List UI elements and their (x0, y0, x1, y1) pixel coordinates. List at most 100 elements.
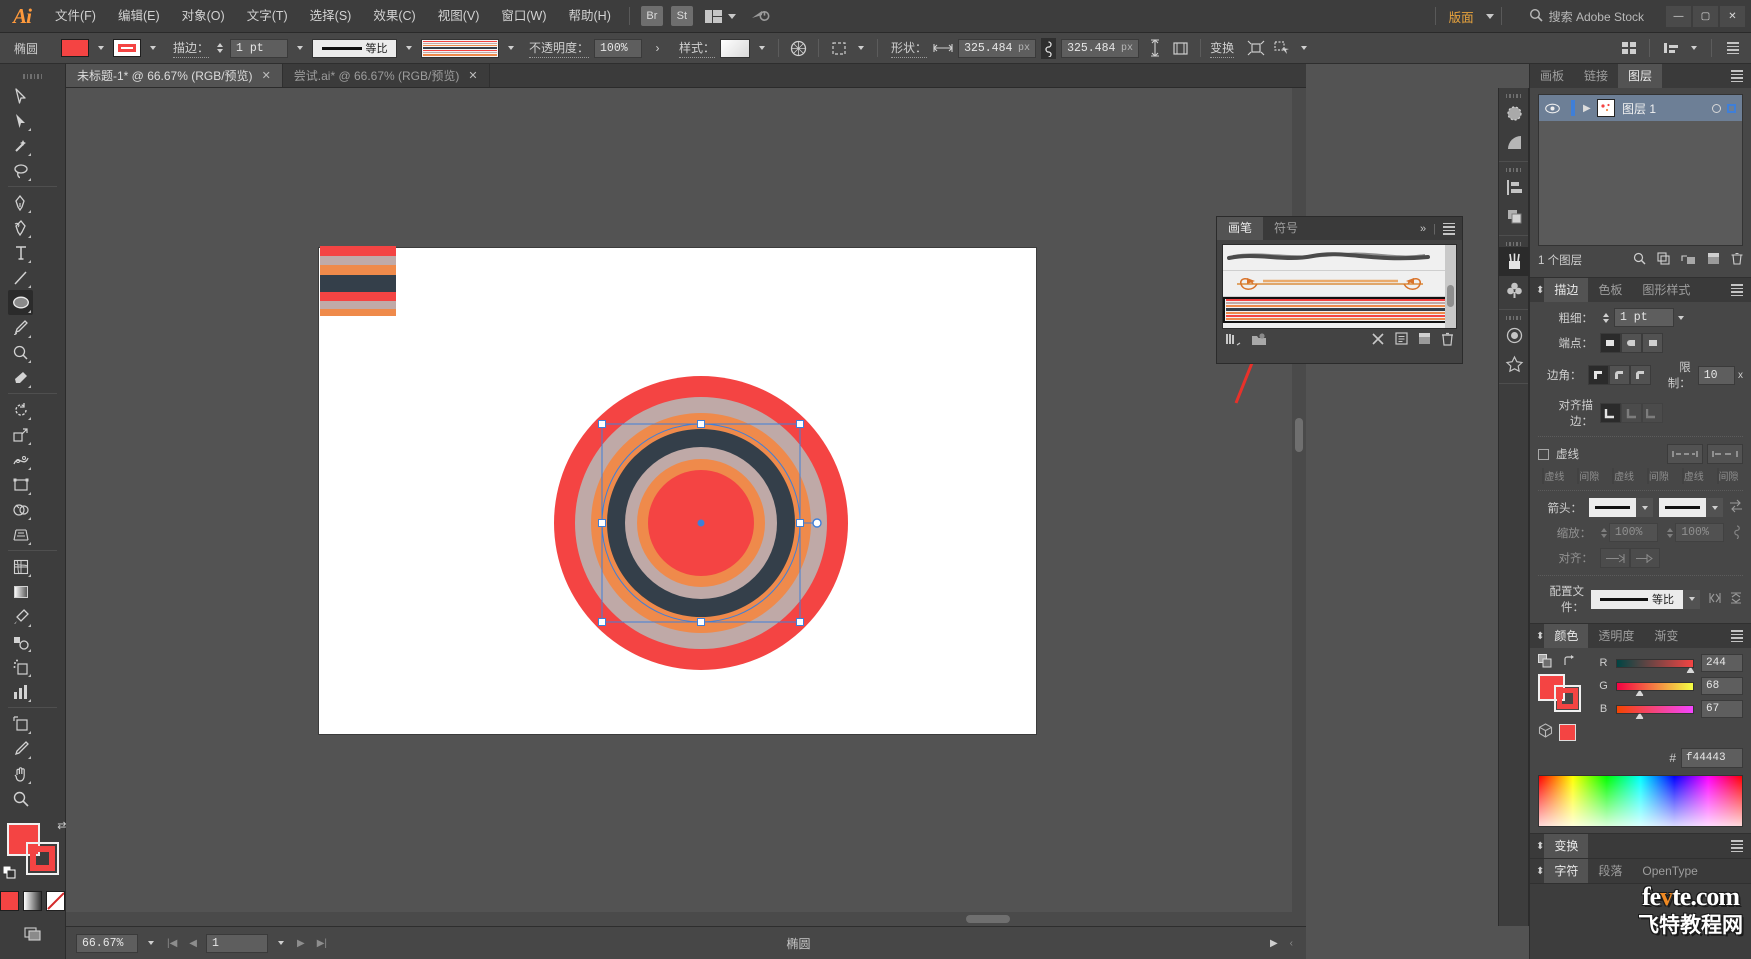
new-layer-icon[interactable] (1707, 252, 1720, 268)
stroke-panel-menu-icon[interactable] (1731, 284, 1751, 296)
cloud-sync-icon[interactable] (750, 6, 770, 27)
workspace-switcher[interactable]: 版面 (1443, 7, 1480, 26)
brushes-active-icon[interactable] (1499, 247, 1530, 276)
pen-tool[interactable] (8, 190, 33, 215)
select-similar-chevron-icon[interactable] (858, 46, 865, 50)
zoom-level-field[interactable]: 66.67% (76, 933, 138, 953)
selection-tool[interactable] (8, 83, 33, 108)
next-artboard-button[interactable]: ▶ (294, 938, 308, 949)
align-icon[interactable] (1245, 38, 1266, 58)
arrowhead-start-chevron-icon[interactable] (1636, 498, 1653, 517)
round-cap-button[interactable] (1621, 333, 1642, 353)
symbols-panel-icon[interactable] (1499, 128, 1530, 157)
tab-artboards[interactable]: 画板 (1530, 64, 1574, 88)
vertical-scroll-thumb[interactable] (1295, 418, 1303, 452)
arrow-extend-beyond-button[interactable] (1600, 548, 1630, 568)
arrowhead-end-chevron-icon[interactable] (1706, 498, 1723, 517)
workspace-chevron-icon[interactable] (1485, 13, 1494, 19)
fill-stroke-mode-icon[interactable] (1538, 654, 1553, 671)
menu-item-edit[interactable]: 编辑(E) (107, 0, 171, 33)
stroke-swatch[interactable] (25, 842, 59, 875)
bevel-join-button[interactable] (1630, 365, 1652, 385)
channel-slider-r[interactable] (1616, 658, 1695, 674)
color-panel-menu-icon[interactable] (1731, 630, 1751, 642)
zoom-tool[interactable] (8, 786, 33, 811)
document-tab-untitled[interactable]: 未标题-1* @ 66.67% (RGB/预览) ✕ (66, 64, 283, 87)
stroke-weight-chevron-icon[interactable] (297, 46, 304, 50)
flip-along-icon[interactable] (1708, 591, 1722, 608)
target-indicator-icon[interactable] (1712, 103, 1721, 113)
arrow-place-at-end-button[interactable] (1630, 548, 1660, 568)
dock-grip[interactable] (1499, 314, 1528, 321)
opacity-field[interactable]: 100% (594, 38, 643, 58)
symbol-sprayer-tool[interactable] (8, 654, 33, 679)
profile-chevron-icon[interactable] (406, 46, 413, 50)
locate-object-icon[interactable] (1633, 252, 1646, 268)
shaper-tool[interactable] (8, 340, 33, 365)
align-panel-icon[interactable] (1660, 38, 1681, 58)
tab-graphic-styles[interactable]: 图形样式 (1632, 278, 1700, 302)
delete-brush-icon[interactable] (1441, 332, 1454, 349)
ellipse-tool[interactable] (8, 290, 33, 315)
graphic-styles-panel-icon[interactable] (1499, 350, 1530, 379)
scale-stepper-1[interactable] (1598, 527, 1609, 538)
stroke-weight-chevron-icon[interactable] (1678, 315, 1684, 320)
collapse-panel-icon[interactable]: » (1420, 223, 1426, 235)
menu-item-window[interactable]: 窗口(W) (490, 0, 557, 33)
menu-item-select[interactable]: 选择(S) (299, 0, 363, 33)
arrowhead-start-select[interactable] (1589, 498, 1653, 517)
menu-item-file[interactable]: 文件(F) (44, 0, 107, 33)
brush-item-charcoal[interactable] (1223, 245, 1456, 271)
brushes-panel-icon[interactable] (1499, 99, 1530, 128)
release-to-layers-icon[interactable] (1681, 252, 1696, 268)
miter-join-button[interactable] (1588, 365, 1610, 385)
dash-input-2[interactable] (1612, 468, 1615, 484)
channel-value-b[interactable]: 67 (1701, 700, 1743, 718)
select-similar-icon[interactable] (828, 38, 849, 58)
appearance-panel-icon[interactable] (1499, 321, 1530, 350)
brush-item-striped-pattern[interactable] (1223, 297, 1456, 323)
tab-color[interactable]: 颜色 (1544, 624, 1589, 648)
canvas-vertical-scrollbar[interactable] (1292, 88, 1306, 926)
artboard[interactable] (319, 246, 1036, 734)
shape-height-field[interactable]: 325.484 px (1061, 38, 1140, 58)
layer-name[interactable]: 图层 1 (1622, 100, 1712, 117)
channel-slider-g[interactable] (1616, 681, 1694, 697)
magic-wand-tool[interactable] (8, 133, 33, 158)
dock-grip[interactable] (1499, 92, 1528, 99)
gradient-button[interactable] (23, 891, 42, 911)
status-flyout-button[interactable]: ▶ (1267, 938, 1281, 949)
tab-layers[interactable]: 图层 (1618, 64, 1663, 88)
first-artboard-button[interactable]: |◀ (164, 938, 180, 949)
brush-libraries-icon[interactable] (1225, 332, 1241, 349)
tab-transparency[interactable]: 透明度 (1588, 624, 1644, 648)
align-center-button[interactable] (1600, 403, 1621, 423)
none-button[interactable] (46, 891, 65, 911)
tab-transform[interactable]: 变换 (1544, 834, 1589, 858)
toolbar-grip[interactable] (0, 72, 65, 80)
brush-item-arrow[interactable] (1223, 271, 1456, 297)
menu-item-help[interactable]: 帮助(H) (558, 0, 622, 33)
arrange-documents-icon[interactable] (704, 9, 723, 23)
free-transform-tool[interactable] (8, 472, 33, 497)
arrange-chevron-icon[interactable] (728, 13, 737, 19)
status-resize-grip[interactable]: ‹ (1287, 938, 1296, 949)
tab-paragraph[interactable]: 段落 (1588, 859, 1632, 883)
color-spectrum-bar[interactable] (1538, 775, 1743, 827)
shape-builder-tool[interactable] (8, 497, 33, 522)
style-chevron-icon[interactable] (759, 46, 766, 50)
dash-preserve-button[interactable] (1667, 444, 1703, 464)
stroke-profile-select[interactable]: 等比 (312, 38, 398, 58)
menu-item-effect[interactable]: 效果(C) (362, 0, 426, 33)
width-tool[interactable] (8, 447, 33, 472)
expand-layer-icon[interactable]: ▶ (1583, 103, 1597, 114)
curvature-tool[interactable] (8, 215, 33, 240)
flip-across-icon[interactable] (1729, 591, 1743, 608)
gap-input-1[interactable] (1577, 468, 1580, 484)
tab-symbols[interactable]: 符号 (1263, 217, 1309, 240)
brushes-scrollbar[interactable] (1445, 245, 1456, 328)
graphic-style-swatch[interactable] (720, 38, 751, 58)
channel-knob-r[interactable] (1686, 666, 1695, 674)
arrowhead-end-select[interactable] (1659, 498, 1723, 517)
pathfinder-panel-icon[interactable] (1499, 202, 1530, 231)
